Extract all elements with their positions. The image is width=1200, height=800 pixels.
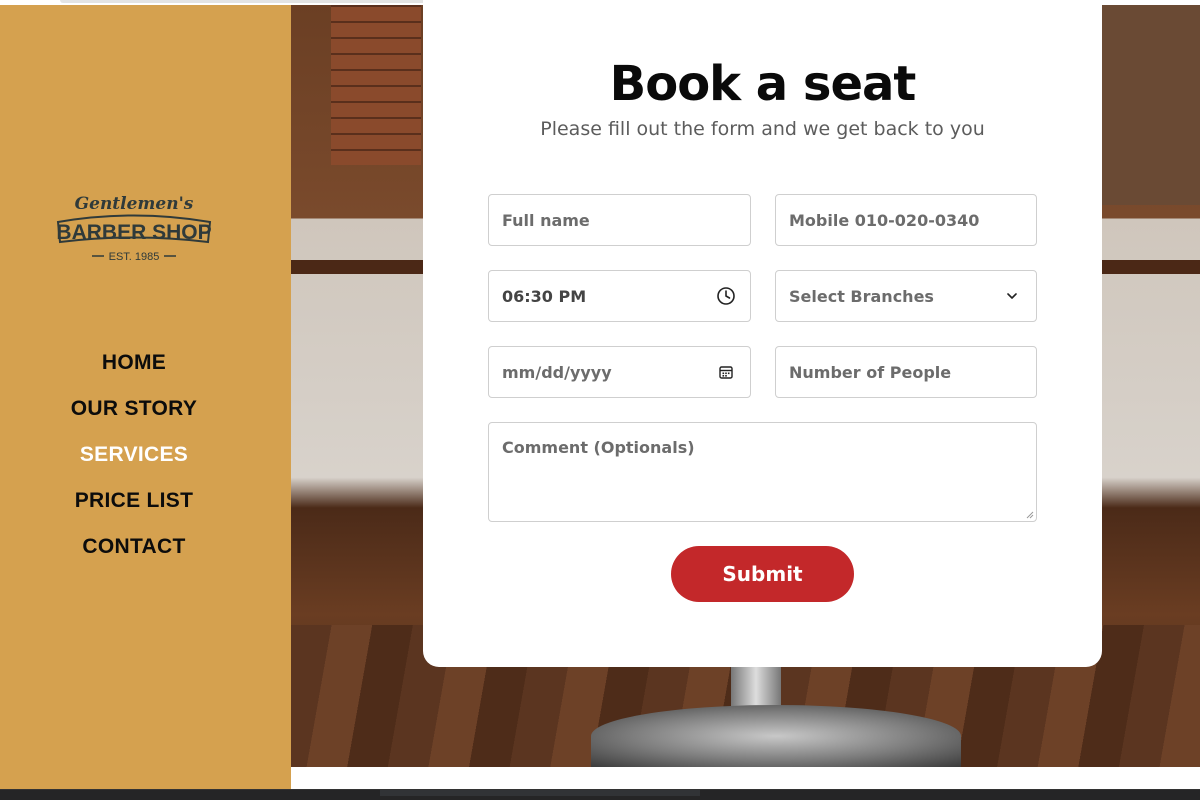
nav-link-our-story[interactable]: OUR STORY <box>71 397 197 421</box>
nav-item-home: HOME <box>0 340 268 386</box>
nav-link-contact[interactable]: CONTACT <box>82 535 185 559</box>
number-of-people-input[interactable]: Number of People <box>775 346 1037 398</box>
form-title: Book a seat <box>609 56 917 112</box>
wood-panel <box>1101 5 1200 205</box>
full-name-placeholder: Full name <box>502 210 590 230</box>
nav-item-services: SERVICES <box>0 432 268 478</box>
brick-wall <box>331 5 421 165</box>
branch-select[interactable]: Select Branches <box>775 270 1037 322</box>
logo-est: EST. 1985 <box>109 251 160 263</box>
full-name-input[interactable]: Full name <box>488 194 751 246</box>
taskbar-strip <box>0 789 1200 800</box>
form-subtitle: Please fill out the form and we get back… <box>540 118 985 140</box>
nav-item-price-list: PRICE LIST <box>0 478 268 524</box>
sidebar: Gentlemen's BARBER SHOP EST. 1985 HOME O… <box>0 5 291 789</box>
comment-placeholder: Comment (Optionals) <box>502 438 695 457</box>
barber-shop-logo[interactable]: Gentlemen's BARBER SHOP EST. 1985 <box>52 189 216 269</box>
clock-icon[interactable] <box>715 285 737 307</box>
chevron-down-icon <box>1001 285 1023 307</box>
page-bottom-band <box>291 767 1200 789</box>
booking-form-card: Book a seat Please fill out the form and… <box>423 0 1102 667</box>
nav-link-services[interactable]: SERVICES <box>80 443 188 467</box>
date-input[interactable]: mm/dd/yyyy <box>488 346 751 398</box>
date-placeholder: mm/dd/yyyy <box>502 362 612 382</box>
nav-item-our-story: OUR STORY <box>0 386 268 432</box>
chair-base <box>591 705 961 767</box>
nav-link-price-list[interactable]: PRICE LIST <box>75 489 194 513</box>
logo-name: BARBER SHOP <box>56 221 211 244</box>
nav-item-contact: CONTACT <box>0 524 268 570</box>
time-input[interactable]: 06:30 PM <box>488 270 751 322</box>
people-placeholder: Number of People <box>789 362 952 382</box>
calendar-icon[interactable] <box>715 361 737 383</box>
logo-script: Gentlemen's <box>75 194 194 214</box>
mobile-input[interactable]: Mobile 010-020-0340 <box>775 194 1037 246</box>
resize-handle-icon[interactable] <box>1026 511 1034 519</box>
time-value: 06:30 PM <box>502 286 587 306</box>
mobile-placeholder: Mobile 010-020-0340 <box>789 210 980 230</box>
nav-link-home[interactable]: HOME <box>102 351 166 375</box>
branch-select-label: Select Branches <box>789 286 934 306</box>
taskbar-item <box>380 790 700 796</box>
comment-textarea[interactable]: Comment (Optionals) <box>488 422 1037 522</box>
main-nav: HOME OUR STORY SERVICES PRICE LIST CONTA… <box>0 340 268 570</box>
submit-button[interactable]: Submit <box>671 546 854 602</box>
